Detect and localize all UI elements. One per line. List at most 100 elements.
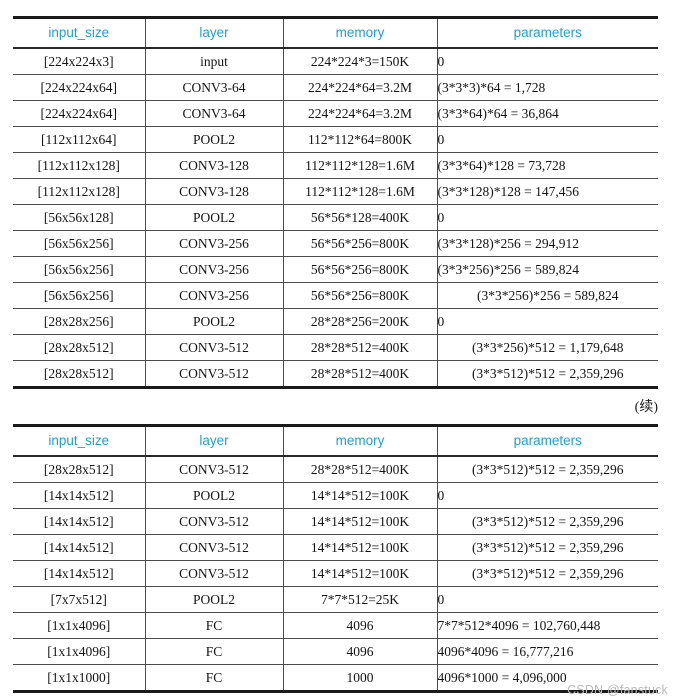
cell-input-size: [112x112x128]	[13, 152, 146, 179]
table-row: [224x224x3] input 224*224*3=150K 0	[13, 48, 658, 75]
cell-layer: input	[145, 48, 284, 75]
cell-input-size: [14x14x512]	[13, 560, 146, 587]
column-header-memory: memory	[283, 425, 438, 457]
cell-parameters: 0	[437, 48, 658, 75]
cell-memory: 14*14*512=100K	[283, 560, 438, 587]
cell-parameters: (3*3*256)*256 = 589,824	[437, 256, 658, 283]
cell-parameters: 4096*4096 = 16,777,216	[437, 638, 658, 665]
cell-parameters: (3*3*128)*128 = 147,456	[437, 178, 658, 205]
table-row: [56x56x256] CONV3-256 56*56*256=800K (3*3*2…	[13, 282, 658, 309]
cell-input-size: [14x14x512]	[13, 534, 146, 561]
cell-memory: 56*56*256=800K	[283, 256, 438, 283]
cell-parameters: (3*3*512)*512 = 2,359,296	[437, 560, 658, 587]
table-part2-container: input_size layer memory parameters [28x2…	[13, 424, 658, 693]
cell-parameters: (3*3*512)*512 = 2,359,296	[437, 456, 658, 483]
cell-layer: CONV3-256	[145, 256, 284, 283]
table-part1-container: input_size layer memory parameters [224x…	[13, 16, 658, 389]
table-row: [7x7x512] POOL2 7*7*512=25K 0	[13, 586, 658, 613]
cell-memory: 224*224*64=3.2M	[283, 100, 438, 127]
cell-memory: 112*112*128=1.6M	[283, 178, 438, 205]
cell-layer: CONV3-256	[145, 282, 284, 309]
cell-memory: 28*28*512=400K	[283, 456, 438, 483]
cell-layer: CONV3-128	[145, 178, 284, 205]
cell-parameters: (3*3*256)*512 = 1,179,648	[437, 334, 658, 361]
cell-input-size: [56x56x256]	[13, 230, 146, 257]
vgg-table-part2: input_size layer memory parameters [28x2…	[13, 424, 658, 693]
cell-input-size: [14x14x512]	[13, 508, 146, 535]
cell-parameters: 7*7*512*4096 = 102,760,448	[437, 612, 658, 639]
cell-memory: 7*7*512=25K	[283, 586, 438, 613]
cell-memory: 56*56*256=800K	[283, 230, 438, 257]
cell-parameters: (3*3*3)*64 = 1,728	[437, 74, 658, 101]
cell-input-size: [56x56x256]	[13, 282, 146, 309]
cell-parameters: (3*3*64)*64 = 36,864	[437, 100, 658, 127]
csdn-watermark: CSDN @fanstuck	[567, 683, 668, 697]
cell-parameters: 0	[437, 586, 658, 613]
cell-parameters: 0	[437, 308, 658, 335]
table-part2-header: input_size layer memory parameters	[13, 425, 658, 457]
table-row: [1x1x4096] FC 4096 4096*4096 = 16,777,216	[13, 638, 658, 665]
cell-input-size: [1x1x4096]	[13, 638, 146, 665]
cell-layer: FC	[145, 638, 284, 665]
table-row: [28x28x512] CONV3-512 28*28*512=400K (3*3*2…	[13, 334, 658, 361]
cell-layer: CONV3-128	[145, 152, 284, 179]
table-row: [112x112x64] POOL2 112*112*64=800K 0	[13, 126, 658, 153]
cell-parameters: 0	[437, 126, 658, 153]
cell-layer: CONV3-512	[145, 360, 284, 388]
cell-input-size: [56x56x128]	[13, 204, 146, 231]
table-row: [224x224x64] CONV3-64 224*224*64=3.2M (3*3*…	[13, 74, 658, 101]
cell-parameters: (3*3*512)*512 = 2,359,296	[437, 534, 658, 561]
column-header-input-size: input_size	[13, 17, 146, 49]
cell-input-size: [28x28x512]	[13, 360, 146, 388]
header-row: input_size layer memory parameters	[13, 17, 658, 49]
cell-parameters: 0	[437, 204, 658, 231]
cell-input-size: [14x14x512]	[13, 482, 146, 509]
cell-layer: POOL2	[145, 482, 284, 509]
document-page: input_size layer memory parameters [224x…	[0, 0, 676, 699]
table-row: [1x1x1000] FC 1000 4096*1000 = 4,096,000	[13, 664, 658, 692]
cell-layer: POOL2	[145, 308, 284, 335]
cell-memory: 4096	[283, 612, 438, 639]
table-row: [28x28x512] CONV3-512 28*28*512=400K (3*3*5…	[13, 456, 658, 483]
table-part1-header: input_size layer memory parameters	[13, 17, 658, 49]
column-header-layer: layer	[145, 425, 284, 457]
cell-layer: CONV3-256	[145, 230, 284, 257]
table-row: [56x56x256] CONV3-256 56*56*256=800K (3*3*2…	[13, 256, 658, 283]
cell-memory: 28*28*512=400K	[283, 360, 438, 388]
table-row: [28x28x512] CONV3-512 28*28*512=400K (3*3*5…	[13, 360, 658, 388]
cell-memory: 28*28*256=200K	[283, 308, 438, 335]
column-header-parameters: parameters	[437, 17, 658, 49]
cell-input-size: [28x28x256]	[13, 308, 146, 335]
cell-layer: POOL2	[145, 586, 284, 613]
continuation-marker: (续)	[634, 400, 658, 415]
table-row: [14x14x512] POOL2 14*14*512=100K 0	[13, 482, 658, 509]
table-row: [28x28x256] POOL2 28*28*256=200K 0	[13, 308, 658, 335]
column-header-input-size: input_size	[13, 425, 146, 457]
cell-memory: 112*112*128=1.6M	[283, 152, 438, 179]
cell-input-size: [224x224x64]	[13, 100, 146, 127]
cell-memory: 112*112*64=800K	[283, 126, 438, 153]
cell-layer: FC	[145, 664, 284, 692]
cell-layer: CONV3-512	[145, 508, 284, 535]
cell-input-size: [1x1x4096]	[13, 612, 146, 639]
column-header-memory: memory	[283, 17, 438, 49]
cell-memory: 28*28*512=400K	[283, 334, 438, 361]
column-header-parameters: parameters	[437, 425, 658, 457]
cell-memory: 14*14*512=100K	[283, 482, 438, 509]
cell-memory: 4096	[283, 638, 438, 665]
cell-parameters: (3*3*64)*128 = 73,728	[437, 152, 658, 179]
cell-input-size: [28x28x512]	[13, 456, 146, 483]
cell-parameters: 0	[437, 482, 658, 509]
table-row: [14x14x512] CONV3-512 14*14*512=100K (3*3*5…	[13, 534, 658, 561]
cell-memory: 1000	[283, 664, 438, 692]
cell-layer: CONV3-512	[145, 456, 284, 483]
cell-layer: CONV3-512	[145, 534, 284, 561]
cell-input-size: [28x28x512]	[13, 334, 146, 361]
cell-input-size: [112x112x128]	[13, 178, 146, 205]
cell-parameters: (3*3*128)*256 = 294,912	[437, 230, 658, 257]
table-row: [224x224x64] CONV3-64 224*224*64=3.2M (3*3*…	[13, 100, 658, 127]
cell-memory: 56*56*256=800K	[283, 282, 438, 309]
cell-parameters: (3*3*512)*512 = 2,359,296	[471, 366, 624, 381]
cell-layer: POOL2	[145, 204, 284, 231]
table-row: [14x14x512] CONV3-512 14*14*512=100K (3*3*5…	[13, 508, 658, 535]
